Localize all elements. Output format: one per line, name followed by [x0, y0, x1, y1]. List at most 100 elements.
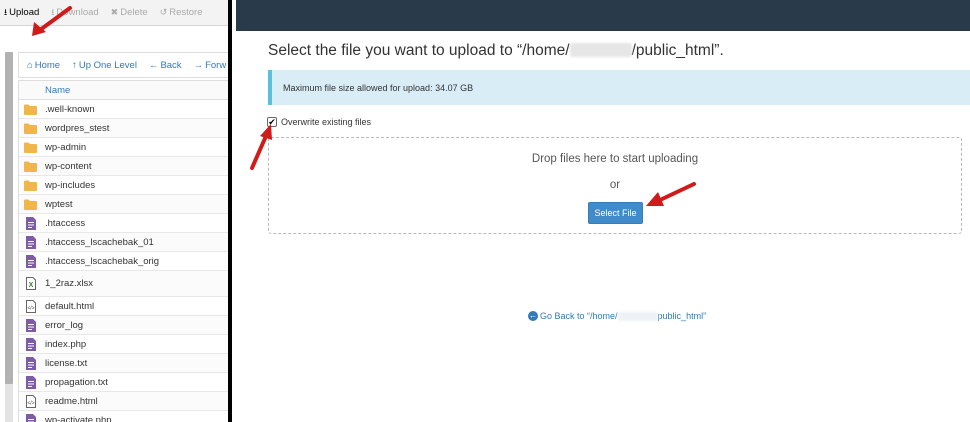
code-file-icon: </>: [24, 299, 37, 313]
file-row[interactable]: wordpres_stest: [19, 119, 228, 138]
up-one-level-button[interactable]: ↑ Up One Level: [72, 60, 137, 71]
delete-icon: ✖: [110, 7, 119, 17]
back-circle-icon: ←: [528, 311, 538, 321]
select-file-button[interactable]: Select File: [588, 202, 643, 224]
title-suffix: /public_html”.: [631, 42, 724, 59]
home-button[interactable]: ⌂ Home: [27, 60, 60, 71]
goback-prefix: Go Back to “/home/: [540, 311, 618, 321]
nav-bar: ⌂ Home ↑ Up One Level ← Back → Forw: [18, 52, 228, 78]
file-icon: [24, 356, 37, 370]
forward-label: Forw: [205, 59, 227, 71]
top-bar: [236, 0, 970, 31]
file-name: wordpres_stest: [45, 122, 110, 134]
drop-text: Drop files here to start uploading: [531, 153, 699, 165]
svg-text:</>: </>: [27, 305, 34, 311]
scrollbar-thumb[interactable]: [5, 52, 13, 384]
file-icon: [24, 254, 37, 268]
file-row[interactable]: .htaccess_lscachebak_orig: [19, 252, 228, 271]
overwrite-checkbox[interactable]: ✔: [267, 117, 277, 127]
file-row[interactable]: wp-admin: [19, 138, 228, 157]
folder-icon: [24, 122, 37, 135]
file-row[interactable]: propagation.txt: [19, 373, 228, 392]
back-arrow-icon: ←: [148, 59, 159, 71]
file-row[interactable]: wp-content: [19, 157, 228, 176]
file-name: wp-activate.php: [45, 414, 112, 422]
folder-icon: [24, 141, 37, 154]
file-icon: [24, 235, 37, 249]
file-manager-pane: ⭳ Upload ⭳ Download ✖ Delete ↺ Restore ⌂…: [0, 0, 232, 422]
file-name: error_log: [45, 319, 84, 331]
redacted-username: [569, 43, 632, 57]
file-name: wp-includes: [45, 179, 96, 191]
file-name: wp-content: [45, 160, 92, 172]
upload-button[interactable]: ⭳ Upload: [4, 5, 39, 21]
file-row[interactable]: wptest: [19, 195, 228, 214]
upload-icon: ⭳: [4, 6, 8, 17]
svg-text:X: X: [28, 282, 33, 289]
file-row[interactable]: wp-activate.php: [19, 411, 228, 422]
download-icon: ⭳: [51, 6, 55, 17]
file-icon: [24, 318, 37, 332]
file-list: Name .well-known wordpres_stest wp-admin wp…: [18, 80, 228, 422]
column-header-label: Name: [45, 84, 71, 96]
file-name: .htaccess_lscachebak_orig: [45, 255, 160, 267]
column-header-name[interactable]: Name: [19, 80, 228, 100]
file-row[interactable]: wp-includes: [19, 176, 228, 195]
restore-label: Restore: [169, 7, 203, 18]
file-row[interactable]: error_log: [19, 316, 228, 335]
file-row[interactable]: .well-known: [19, 100, 228, 119]
forward-arrow-icon: →: [193, 59, 204, 71]
redacted-username: [617, 311, 658, 321]
folder-icon: [24, 103, 37, 116]
restore-button[interactable]: ↺ Restore: [160, 7, 203, 18]
home-label: Home: [34, 59, 61, 71]
file-row[interactable]: index.php: [19, 335, 228, 354]
restore-icon: ↺: [159, 7, 168, 17]
folder-icon: [24, 198, 37, 211]
overwrite-option[interactable]: ✔ Overwrite existing files: [267, 117, 371, 127]
spreadsheet-icon: X: [24, 277, 37, 290]
file-name: index.php: [45, 338, 87, 350]
file-row[interactable]: </> readme.html: [19, 392, 228, 411]
file-icon: [24, 216, 37, 230]
file-icon: [24, 375, 37, 389]
level-up-icon: ↑: [72, 59, 77, 71]
file-icon: [24, 413, 37, 422]
delete-button[interactable]: ✖ Delete: [111, 7, 148, 18]
file-row[interactable]: .htaccess: [19, 214, 228, 233]
svg-text:</>: </>: [27, 400, 34, 406]
page-title: Select the file you want to upload to “/…: [268, 42, 724, 60]
back-label: Back: [160, 59, 182, 71]
up-one-level-label: Up One Level: [78, 59, 137, 71]
file-name: wptest: [45, 198, 73, 210]
overwrite-label: Overwrite existing files: [281, 117, 372, 127]
scrollbar[interactable]: [5, 52, 13, 422]
file-row[interactable]: X 1_2raz.xlsx: [19, 271, 228, 297]
toolbar: ⭳ Upload ⭳ Download ✖ Delete ↺ Restore: [0, 0, 228, 26]
max-size-text: Maximum file size allowed for upload: 34…: [283, 82, 474, 93]
home-icon: ⌂: [27, 59, 33, 71]
download-button[interactable]: ⭳ Download: [51, 5, 98, 21]
upload-label: Upload: [9, 7, 40, 18]
file-row[interactable]: </> default.html: [19, 297, 228, 316]
file-row[interactable]: .htaccess_lscachebak_01: [19, 233, 228, 252]
forward-button[interactable]: → Forw: [194, 60, 227, 71]
or-text: or: [609, 179, 621, 191]
max-size-notice: Maximum file size allowed for upload: 34…: [268, 70, 970, 105]
file-name: license.txt: [45, 357, 88, 369]
file-row[interactable]: license.txt: [19, 354, 228, 373]
folder-icon: [24, 160, 37, 173]
file-name: wp-admin: [45, 141, 87, 153]
file-name: 1_2raz.xlsx: [45, 278, 94, 289]
file-name: .htaccess_lscachebak_01: [45, 236, 154, 248]
go-back-link[interactable]: ← Go Back to “/home/public_html”: [528, 311, 706, 321]
file-name: .htaccess: [45, 217, 86, 229]
folder-icon: [24, 179, 37, 192]
file-name: propagation.txt: [45, 376, 108, 388]
file-name: readme.html: [45, 395, 98, 407]
back-button[interactable]: ← Back: [149, 60, 182, 71]
delete-label: Delete: [120, 7, 148, 18]
drop-zone[interactable]: Drop files here to start uploading or Se…: [268, 137, 962, 234]
code-file-icon: </>: [24, 394, 37, 408]
file-name: .well-known: [45, 103, 95, 115]
